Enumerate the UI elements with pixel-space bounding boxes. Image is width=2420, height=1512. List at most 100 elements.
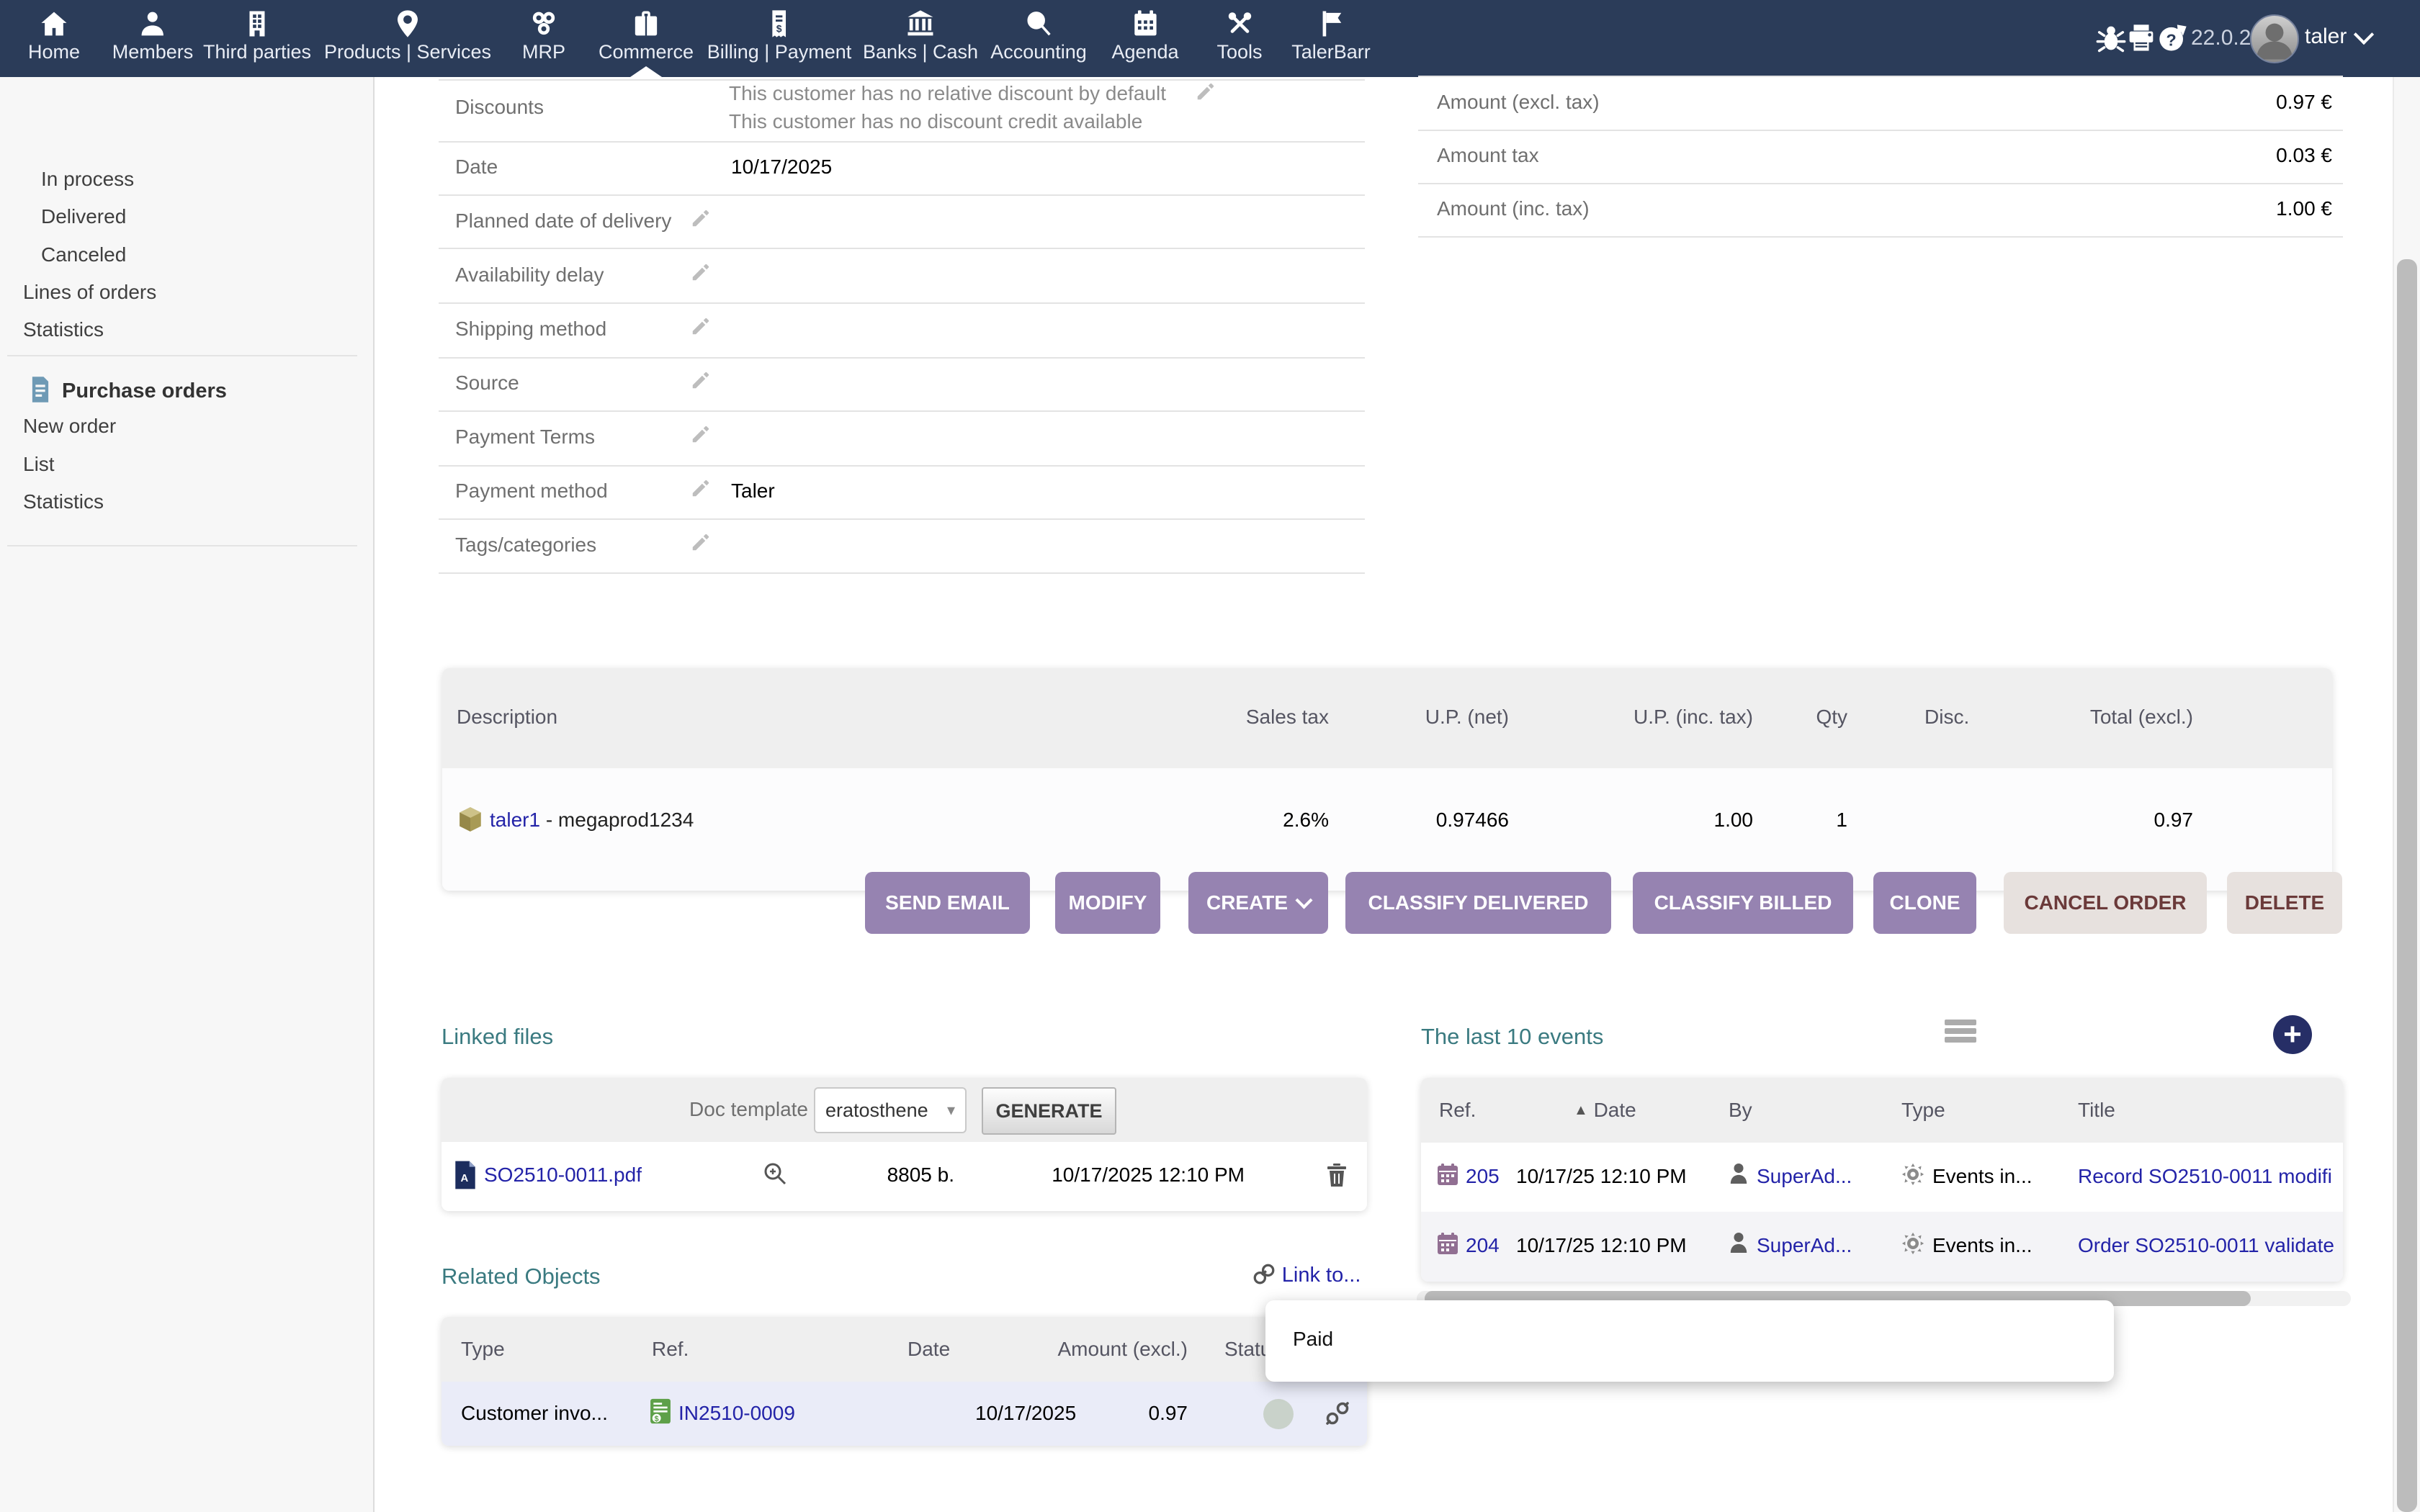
nav-agenda[interactable]: Agenda xyxy=(1111,0,1178,77)
edit-payment-terms-pencil-icon[interactable] xyxy=(690,423,712,450)
delete-label: DELETE xyxy=(2245,891,2324,914)
nav-home[interactable]: Home xyxy=(28,0,80,77)
nav-commerce-active[interactable]: Commerce xyxy=(599,0,694,77)
delete-button[interactable]: DELETE xyxy=(2227,872,2342,934)
event-ref-link[interactable]: 204 xyxy=(1466,1234,1500,1257)
pin-icon xyxy=(393,9,423,39)
nav-tools[interactable]: Tools xyxy=(1216,0,1262,77)
edit-planned-delivery-pencil-icon[interactable] xyxy=(690,207,712,234)
sidebar-item-delivered[interactable]: Delivered xyxy=(41,205,126,228)
doc-template-select[interactable]: eratosthene ▾ xyxy=(814,1087,967,1133)
related-ref-link[interactable]: IN2510-0009 xyxy=(678,1402,795,1425)
product-link[interactable]: taler1 xyxy=(490,809,540,831)
col-type[interactable]: Type xyxy=(1901,1099,1945,1122)
related-row: Customer invo... $ IN2510-0009 10/17/202… xyxy=(442,1382,1367,1446)
cancel-order-button[interactable]: CANCEL ORDER xyxy=(2004,872,2207,934)
help-icon[interactable]: ? xyxy=(2158,23,2188,58)
event-ref-link[interactable]: 205 xyxy=(1466,1165,1500,1188)
event-by-link[interactable]: SuperAd... xyxy=(1757,1234,1852,1257)
linked-file-name[interactable]: SO2510-0011.pdf xyxy=(484,1164,642,1187)
event-title-link[interactable]: Order SO2510-0011 validate xyxy=(2078,1234,2334,1256)
nav-banks-cash[interactable]: Banks | Cash xyxy=(863,0,978,77)
tooltip-text: Paid xyxy=(1293,1328,1333,1351)
related-header-row: Type Ref. Date Amount (excl.) Status xyxy=(442,1317,1367,1382)
edit-tags-pencil-icon[interactable] xyxy=(690,531,712,558)
nav-third-parties[interactable]: Third parties xyxy=(203,0,311,77)
sidebar-item-new-order[interactable]: New order xyxy=(23,415,116,438)
bug-icon[interactable] xyxy=(2096,23,2126,58)
user-menu-chevron-icon[interactable] xyxy=(2354,24,2374,45)
link-to-action[interactable]: Link to... xyxy=(1252,1262,1361,1287)
sidebar-item-purchase-statistics[interactable]: Statistics xyxy=(23,490,104,513)
event-title-link[interactable]: Record SO2510-0011 modifi xyxy=(2078,1165,2332,1187)
sidebar-item-canceled[interactable]: Canceled xyxy=(41,243,126,266)
planned-delivery-label: Planned date of delivery xyxy=(455,210,671,233)
classify-delivered-label: CLASSIFY DELIVERED xyxy=(1368,891,1589,914)
send-email-button[interactable]: SEND EMAIL xyxy=(865,872,1030,934)
edit-source-pencil-icon[interactable] xyxy=(690,369,712,396)
nav-label: Home xyxy=(28,41,80,63)
print-icon[interactable] xyxy=(2126,23,2156,58)
event-type: Events in... xyxy=(1932,1234,2033,1257)
clone-button[interactable]: CLONE xyxy=(1873,872,1976,934)
col-date[interactable]: Date xyxy=(908,1338,950,1361)
vertical-scrollbar-thumb[interactable] xyxy=(2397,259,2417,1512)
modify-button[interactable]: MODIFY xyxy=(1055,872,1160,934)
col-up-net[interactable]: U.P. (net) xyxy=(1365,706,1509,729)
edit-shipping-pencil-icon[interactable] xyxy=(690,315,712,342)
linked-files-heading: Linked files xyxy=(442,1024,553,1050)
nav-accounting[interactable]: $ Accounting xyxy=(990,0,1087,77)
sidebar-item-statistics[interactable]: Statistics xyxy=(23,318,104,341)
nav-billing-payment[interactable]: $ Billing | Payment xyxy=(707,0,852,77)
edit-discount-pencil-icon[interactable] xyxy=(1195,81,1216,107)
related-objects-card: Type Ref. Date Amount (excl.) Status Cus… xyxy=(442,1317,1367,1446)
col-qty[interactable]: Qty xyxy=(1775,706,1847,729)
event-by-link[interactable]: SuperAd... xyxy=(1757,1165,1852,1188)
send-email-label: SEND EMAIL xyxy=(885,891,1010,914)
mrp-icon xyxy=(529,9,559,39)
col-type[interactable]: Type xyxy=(461,1338,505,1361)
generate-button[interactable]: GENERATE xyxy=(982,1087,1116,1135)
create-button[interactable]: CREATE xyxy=(1188,872,1328,934)
svg-text:$: $ xyxy=(1034,15,1039,27)
receipt-icon: $ xyxy=(764,9,794,39)
col-ref[interactable]: Ref. xyxy=(652,1338,689,1361)
edit-payment-method-pencil-icon[interactable] xyxy=(690,477,712,504)
discounts-line2: This customer has no discount credit ava… xyxy=(729,110,1142,133)
col-amount[interactable]: Amount (excl.) xyxy=(1044,1338,1188,1361)
events-date-header[interactable]: ▲ Date xyxy=(1574,1099,1636,1122)
nav-mrp[interactable]: MRP xyxy=(522,0,565,77)
cell-qty: 1 xyxy=(1775,809,1847,832)
col-by[interactable]: By xyxy=(1729,1099,1752,1122)
edit-availability-pencil-icon[interactable] xyxy=(690,261,712,288)
user-name[interactable]: taler xyxy=(2305,24,2347,49)
sidebar-item-lines-of-orders[interactable]: Lines of orders xyxy=(23,281,156,304)
col-total[interactable]: Total (excl.) xyxy=(2049,706,2193,729)
classify-billed-button[interactable]: CLASSIFY BILLED xyxy=(1633,872,1853,934)
delete-file-trash-icon[interactable] xyxy=(1326,1161,1348,1188)
nav-talerbarr[interactable]: TalerBarr xyxy=(1291,0,1371,77)
unlink-icon[interactable] xyxy=(1325,1400,1350,1426)
events-menu-icon[interactable] xyxy=(1945,1017,1976,1045)
nav-products-services[interactable]: Products | Services xyxy=(324,0,491,77)
col-title[interactable]: Title xyxy=(2078,1099,2115,1122)
vertical-scrollbar-track[interactable] xyxy=(2393,77,2420,1512)
col-description[interactable]: Description xyxy=(457,706,557,729)
col-ref[interactable]: Ref. xyxy=(1439,1099,1476,1122)
add-event-button[interactable]: + xyxy=(2273,1015,2312,1054)
generate-label: GENERATE xyxy=(995,1100,1102,1122)
col-disc[interactable]: Disc. xyxy=(1924,706,1969,729)
classify-delivered-button[interactable]: CLASSIFY DELIVERED xyxy=(1345,872,1611,934)
nav-members[interactable]: Members xyxy=(112,0,194,77)
cell-up-inc: 1.00 xyxy=(1573,809,1753,832)
purchase-orders-doc-icon xyxy=(26,375,55,404)
discounts-label: Discounts xyxy=(455,96,544,119)
order-details-table: Discounts This customer has no relative … xyxy=(439,77,1365,575)
preview-magnifier-icon[interactable] xyxy=(762,1161,788,1187)
sidebar-item-in-process[interactable]: In process xyxy=(41,168,134,191)
avatar[interactable] xyxy=(2250,14,2299,63)
create-label: CREATE xyxy=(1206,891,1288,914)
col-sales-tax[interactable]: Sales tax xyxy=(1185,706,1329,729)
sidebar-item-list[interactable]: List xyxy=(23,453,55,476)
col-up-inc[interactable]: U.P. (inc. tax) xyxy=(1573,706,1753,729)
